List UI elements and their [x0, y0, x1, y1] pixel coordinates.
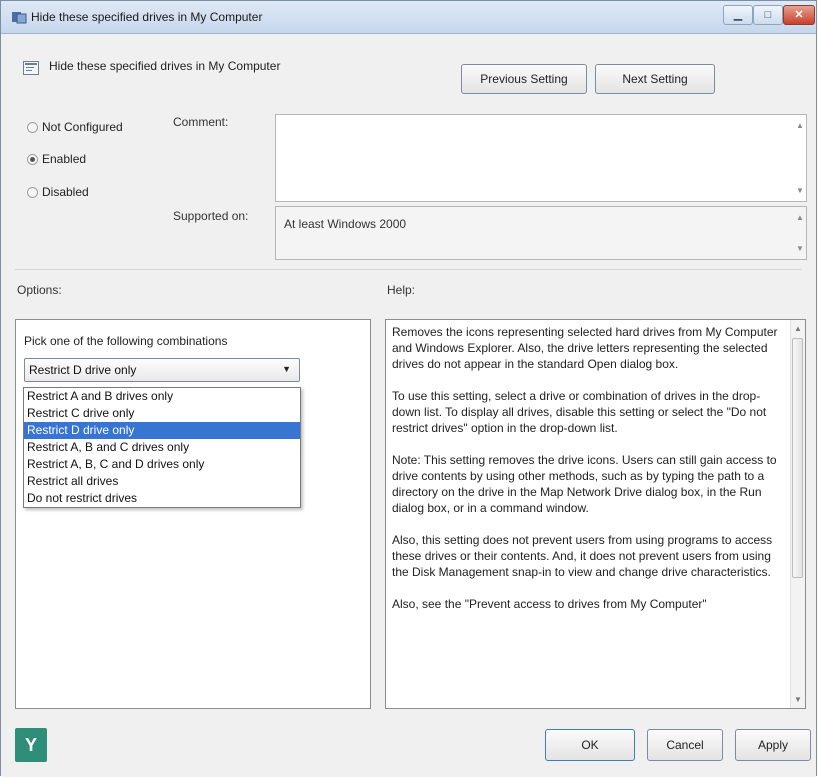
apply-button[interactable]: Apply — [735, 729, 811, 761]
scroll-down-icon[interactable]: ▼ — [796, 186, 804, 195]
window-title: Hide these specified drives in My Comput… — [31, 10, 263, 24]
comment-label: Comment: — [173, 115, 229, 129]
options-label: Options: — [17, 283, 62, 297]
dropdown-option[interactable]: Do not restrict drives — [24, 490, 300, 507]
help-paragraph: Removes the icons representing selected … — [392, 325, 778, 371]
radio-not-configured[interactable]: Not Configured — [27, 120, 123, 134]
policy-icon — [12, 12, 27, 24]
minimize-button[interactable]: ▁ — [723, 5, 753, 25]
supported-on-label: Supported on: — [173, 209, 249, 223]
dropdown-option[interactable]: Restrict all drives — [24, 473, 300, 490]
options-panel: Pick one of the following combinations R… — [15, 319, 371, 709]
next-setting-button[interactable]: Next Setting — [595, 64, 715, 94]
help-paragraph: Also, see the "Prevent access to drives … — [392, 597, 707, 611]
scroll-down-icon[interactable]: ▼ — [796, 244, 804, 253]
scroll-up-icon[interactable]: ▲ — [796, 213, 804, 222]
group-policy-dialog: Hide these specified drives in My Comput… — [0, 0, 817, 777]
scrollbar-thumb[interactable] — [792, 338, 803, 578]
drive-combination-dropdown[interactable]: Restrict A and B drives only Restrict C … — [23, 387, 301, 508]
comment-field[interactable]: ▲ ▼ — [275, 114, 807, 202]
scroll-up-icon[interactable]: ▲ — [796, 121, 804, 130]
maximize-icon: □ — [764, 9, 772, 21]
help-text: Removes the icons representing selected … — [392, 324, 788, 628]
radio-label: Disabled — [42, 185, 89, 199]
scroll-down-icon[interactable]: ▼ — [794, 695, 802, 704]
dropdown-option[interactable]: Restrict A, B and C drives only — [24, 439, 300, 456]
radio-disabled[interactable]: Disabled — [27, 185, 89, 199]
radio-dot-selected — [27, 154, 38, 165]
dropdown-option[interactable]: Restrict A and B drives only — [24, 388, 300, 405]
radio-enabled[interactable]: Enabled — [27, 152, 86, 166]
comment-scrollbar[interactable]: ▲ ▼ — [794, 115, 806, 201]
previous-setting-button[interactable]: Previous Setting — [461, 64, 587, 94]
chevron-down-icon: ▼ — [282, 364, 291, 374]
select-value: Restrict D drive only — [29, 363, 137, 377]
supported-scrollbar[interactable]: ▲ ▼ — [794, 207, 806, 259]
supported-on-value: At least Windows 2000 — [284, 217, 407, 231]
close-icon: ✕ — [794, 9, 804, 21]
help-paragraph: To use this setting, select a drive or c… — [392, 389, 767, 435]
setting-title: Hide these specified drives in My Comput… — [49, 59, 281, 73]
radio-dot — [27, 187, 38, 198]
scroll-up-icon[interactable]: ▲ — [794, 324, 802, 333]
help-paragraph: Note: This setting removes the drive ico… — [392, 453, 777, 515]
help-panel[interactable]: Removes the icons representing selected … — [385, 319, 806, 709]
dropdown-option[interactable]: Restrict C drive only — [24, 405, 300, 422]
minimize-icon: ▁ — [733, 9, 743, 21]
dropdown-option[interactable]: Restrict A, B, C and D drives only — [24, 456, 300, 473]
cancel-button[interactable]: Cancel — [647, 729, 723, 761]
help-scrollbar[interactable]: ▲ ▼ — [790, 320, 805, 708]
app-logo-icon: Y — [15, 728, 47, 762]
title-bar[interactable]: Hide these specified drives in My Comput… — [1, 1, 816, 34]
dropdown-option-selected[interactable]: Restrict D drive only — [24, 422, 300, 439]
radio-label: Enabled — [42, 152, 87, 166]
supported-on-field: At least Windows 2000 ▲ ▼ — [275, 206, 807, 260]
close-button[interactable]: ✕ — [783, 5, 815, 25]
drive-combination-select[interactable]: Restrict D drive only ▼ — [24, 358, 300, 382]
help-paragraph: Also, this setting does not prevent user… — [392, 533, 773, 579]
divider — [15, 269, 802, 270]
maximize-button[interactable]: □ — [753, 5, 783, 25]
ok-button[interactable]: OK — [545, 729, 635, 761]
radio-label: Not Configured — [42, 120, 123, 134]
radio-dot — [27, 122, 38, 133]
options-caption: Pick one of the following combinations — [24, 334, 228, 348]
policy-icon — [23, 61, 39, 75]
help-label: Help: — [387, 283, 416, 297]
